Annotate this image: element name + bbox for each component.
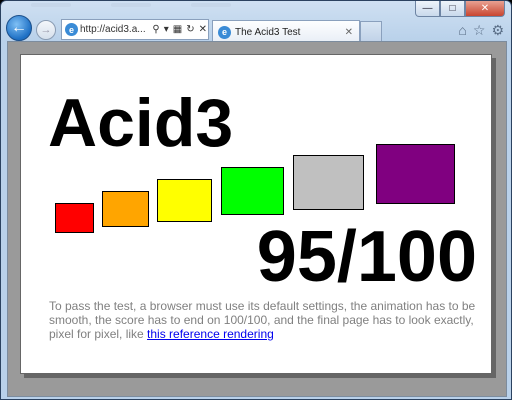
favorites-star-icon[interactable]: ☆ bbox=[473, 22, 486, 39]
close-icon: ✕ bbox=[480, 2, 490, 14]
page-title: Acid3 bbox=[48, 85, 234, 161]
score-text: 95/100 bbox=[256, 217, 477, 297]
browser-window: — □ ✕ ← → e http://acid3.a... ⚲ ▾ ▦ ↻ ✕ … bbox=[0, 0, 512, 400]
search-icon[interactable]: ⚲ bbox=[151, 24, 160, 35]
content-viewport: Acid3 95/100 To pass the test, a browser… bbox=[7, 41, 507, 397]
tab-acid3[interactable]: e The Acid3 Test ✕ bbox=[212, 20, 360, 43]
title-bar-shadow bbox=[191, 3, 231, 7]
red-box bbox=[55, 203, 94, 233]
refresh-icon[interactable]: ↻ bbox=[185, 24, 195, 35]
title-bar-shadow bbox=[111, 3, 151, 7]
forward-arrow-icon: → bbox=[40, 24, 52, 36]
stop-icon[interactable]: ✕ bbox=[198, 24, 208, 35]
orange-box bbox=[102, 191, 149, 227]
dropdown-icon[interactable]: ▾ bbox=[163, 24, 170, 35]
back-arrow-icon: ← bbox=[11, 19, 27, 36]
lime-box bbox=[221, 167, 284, 215]
command-icons: ⌂ ☆ ⚙ bbox=[458, 22, 504, 39]
reference-rendering-link[interactable]: this reference rendering bbox=[147, 327, 274, 341]
address-bar[interactable]: e http://acid3.a... ⚲ ▾ ▦ ↻ ✕ bbox=[61, 19, 209, 40]
address-input[interactable]: http://acid3.a... bbox=[80, 24, 149, 35]
navigation-toolbar: ← → e http://acid3.a... ⚲ ▾ ▦ ↻ ✕ e The … bbox=[6, 15, 506, 43]
silver-box bbox=[293, 155, 364, 210]
tab-close-icon[interactable]: ✕ bbox=[345, 27, 359, 38]
ie-page-icon: e bbox=[218, 25, 231, 39]
gear-icon[interactable]: ⚙ bbox=[491, 22, 504, 39]
compatibility-view-icon[interactable]: ▦ bbox=[172, 24, 183, 35]
forward-button[interactable]: → bbox=[36, 20, 56, 40]
minimize-icon: — bbox=[422, 2, 433, 14]
acid3-page: Acid3 95/100 To pass the test, a browser… bbox=[20, 54, 492, 374]
yellow-box bbox=[157, 179, 212, 222]
purple-box bbox=[376, 144, 455, 204]
instructions-text: To pass the test, a browser must use its… bbox=[49, 299, 479, 341]
ie-page-icon: e bbox=[65, 23, 78, 36]
back-button[interactable]: ← bbox=[6, 15, 32, 41]
tab-title: The Acid3 Test bbox=[235, 26, 301, 38]
maximize-icon: □ bbox=[449, 2, 456, 14]
new-tab-button[interactable] bbox=[360, 21, 382, 41]
title-bar-shadow bbox=[31, 3, 71, 7]
home-icon[interactable]: ⌂ bbox=[458, 22, 466, 39]
title-bar bbox=[31, 1, 231, 11]
